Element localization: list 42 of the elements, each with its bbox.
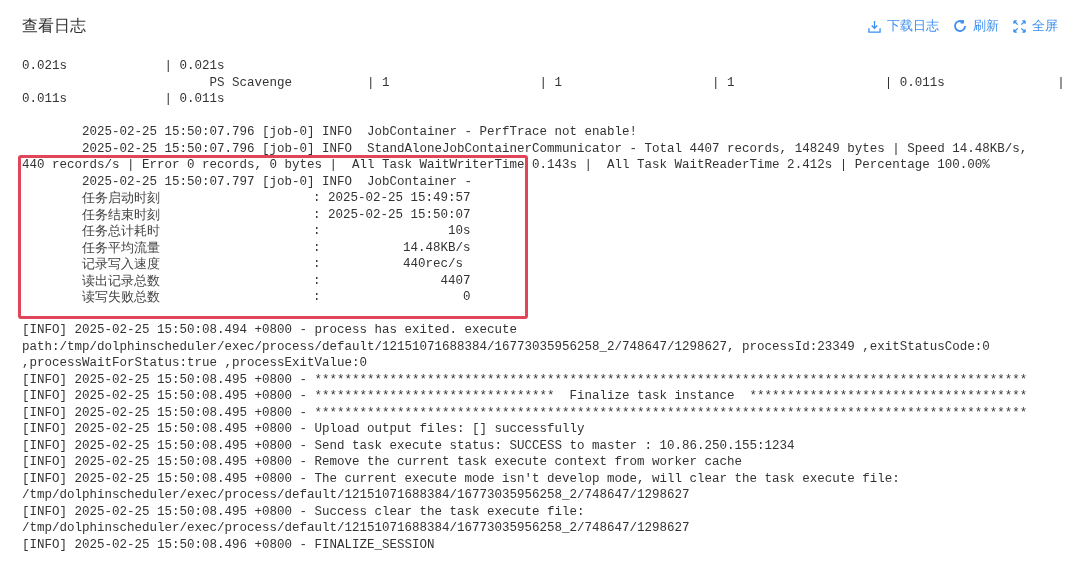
log-line: [INFO] 2025-02-25 15:50:08.495 +0800 - Upload output files: [] successfully — [22, 422, 585, 436]
refresh-button[interactable]: 刷新 — [953, 16, 999, 36]
stat-value: : 440rec/s — [313, 256, 464, 273]
log-line: /tmp/dolphinscheduler/exec/process/default/12151071688384/16773035956258_2/748647/1298627 — [22, 488, 690, 502]
log-line: 440 records/s | Error 0 records, 0 bytes | All Task WaitWriterTime 0.143s | All Task WaitReaderTime 2.412s | Percentage 100.00% — [22, 158, 990, 172]
stat-value: : 0 — [313, 289, 471, 306]
stat-label: 任务启动时刻 — [82, 190, 161, 207]
fullscreen-icon — [1013, 19, 1026, 33]
log-line: 2025-02-25 15:50:07.797 [job-0] INFO JobContainer - — [81, 174, 474, 189]
log-line: ,processWaitForStatus:true ,processExitValue:0 — [22, 356, 368, 370]
stat-value: : 4407 — [313, 272, 471, 289]
fullscreen-button[interactable]: 全屏 — [1013, 16, 1058, 36]
log-line: [INFO] 2025-02-25 15:50:08.495 +0800 - *********************************************************************************************** — [22, 405, 1028, 420]
log-line: [INFO] 2025-02-25 15:50:08.495 +0800 - The current execute mode isn't develop mode, will clear the task execute file: — [22, 471, 900, 486]
stat-label: 读出记录总数 — [82, 272, 161, 289]
log-line: [INFO] 2025-02-25 15:50:08.495 +0800 - *********************************************************************************************** — [22, 372, 1028, 387]
log-line: [INFO] 2025-02-25 15:50:08.496 +0800 - FINALIZE_SESSION — [22, 537, 435, 552]
log-line: 2025-02-25 15:50:07.796 [job-0] INFO StandAloneJobContainerCommunicator - Total 4407 records, 148249 bytes | Speed 14.48KB/s, — [81, 141, 1028, 156]
log-line: 0.011s | 0.011s — [22, 92, 225, 106]
log-line: 0.021s | 0.021s — [22, 59, 225, 73]
stat-value: : 10s — [313, 223, 471, 240]
stat-value: : 14.48KB/s — [313, 239, 471, 256]
log-line: path:/tmp/dolphinscheduler/exec/process/default/12151071688384/16773035956258_2/748647/1298627, processId:23349 ,exitStatusCode:0 — [22, 339, 990, 354]
download-icon — [868, 19, 881, 33]
refresh-icon — [953, 19, 967, 33]
stat-value: : 2025-02-25 15:50:07 — [313, 206, 471, 223]
stat-label: 记录写入速度 — [82, 256, 161, 273]
log-line: /tmp/dolphinscheduler/exec/process/default/12151071688384/16773035956258_2/748647/1298627 — [22, 521, 690, 535]
log-line: [INFO] 2025-02-25 15:50:08.494 +0800 - process has exited. execute — [22, 323, 518, 337]
log-line: PS Scavenge | 1 | 1 | 1 | 0.011s | — [208, 75, 1065, 90]
log-line: [INFO] 2025-02-25 15:50:08.495 +0800 - ******************************** Finalize task instance ************************************* — [22, 389, 1028, 403]
log-line: [INFO] 2025-02-25 15:50:08.495 +0800 - Success clear the task execute file: — [22, 504, 585, 519]
log-line: [INFO] 2025-02-25 15:50:08.495 +0800 - Remove the current task execute context from worker cache — [22, 455, 743, 469]
dialog-title: 查看日志 — [22, 16, 86, 36]
download-button[interactable]: 下载日志 — [868, 16, 939, 36]
stat-label: 任务结束时刻 — [82, 206, 161, 223]
stat-label: 任务平均流量 — [82, 239, 161, 256]
stat-label: 读写失败总数 — [82, 289, 161, 306]
log-line: [INFO] 2025-02-25 15:50:08.495 +0800 - Send task execute status: SUCCESS to master : 10.86.250.155:1234 — [22, 438, 795, 453]
stat-label: 任务总计耗时 — [82, 223, 161, 240]
log-line: 2025-02-25 15:50:07.796 [job-0] INFO JobContainer - PerfTrace not enable! — [81, 125, 638, 139]
stat-value: : 2025-02-25 15:49:57 — [313, 190, 471, 207]
